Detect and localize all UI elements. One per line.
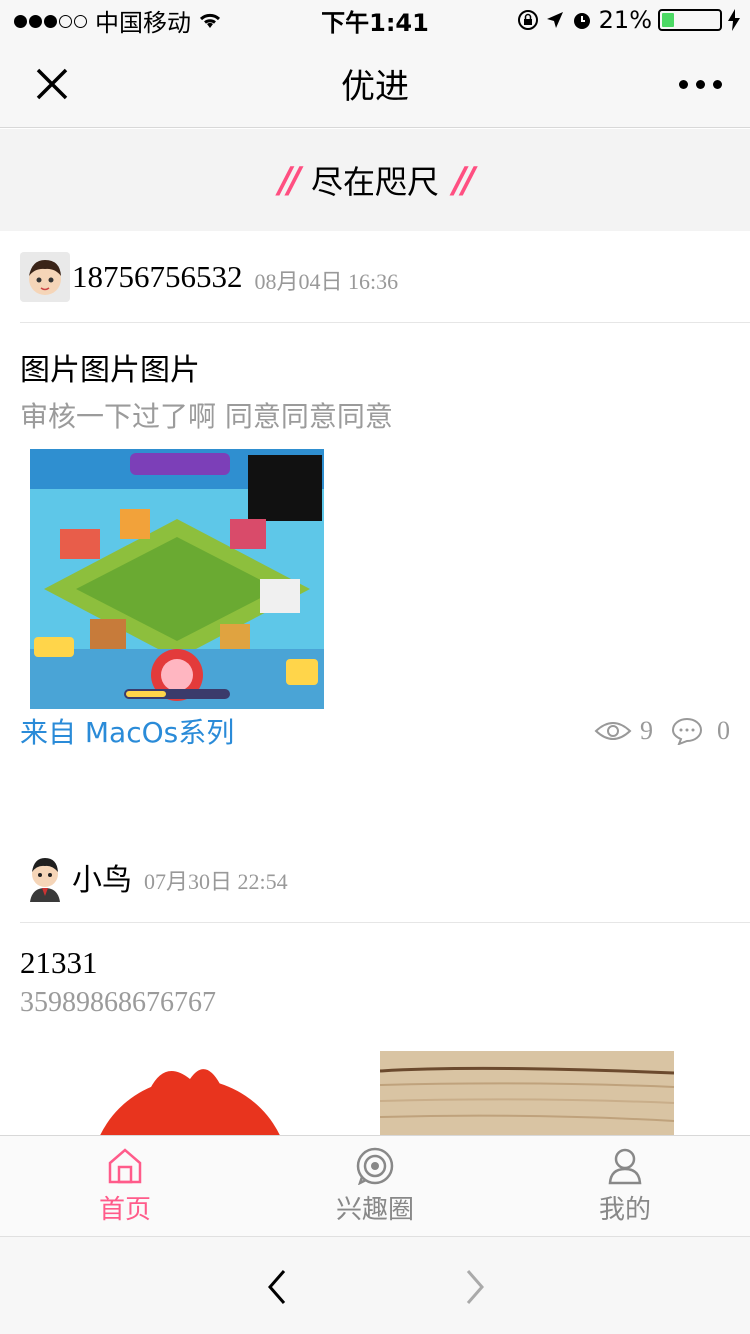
browser-bottom-bar [0, 1236, 750, 1334]
home-icon [108, 1147, 142, 1183]
banner-left-decoration: // [278, 159, 301, 201]
close-icon[interactable] [30, 62, 74, 106]
tab-home[interactable]: 首页 [0, 1136, 250, 1236]
page-title: 优进 [341, 67, 409, 107]
rotation-lock-icon [517, 10, 538, 30]
carrier-label: 中国移动 [95, 8, 191, 37]
battery-icon [658, 9, 722, 31]
post-time: 07月30日 22:54 [144, 868, 288, 894]
banner-text: 尽在咫尺 [310, 163, 439, 201]
charging-icon [728, 9, 740, 31]
post-meta: 来自 MacOs系列 9 0 [20, 711, 730, 751]
post-image[interactable] [30, 449, 324, 709]
post-stats: 9 0 [594, 716, 730, 746]
post-username[interactable]: 18756756532 [72, 259, 243, 295]
post-username[interactable]: 小鸟 [72, 855, 132, 899]
more-icon[interactable] [679, 80, 722, 89]
post-image[interactable] [380, 1051, 674, 1136]
location-icon [546, 12, 563, 28]
banner-right-decoration: // [453, 159, 475, 201]
banner: // 尽在咫尺 // [0, 129, 750, 231]
tab-interest-circle[interactable]: 兴趣圈 [250, 1136, 500, 1236]
eye-icon [594, 722, 632, 740]
avatar[interactable] [20, 851, 70, 902]
tab-home-label: 首页 [98, 1194, 151, 1225]
tab-interest-circle-label: 兴趣圈 [335, 1194, 414, 1225]
wifi-icon [199, 13, 221, 28]
back-arrow-icon[interactable] [262, 1267, 292, 1307]
alarm-icon [573, 13, 590, 29]
comment-icon[interactable] [671, 717, 703, 745]
post-time: 08月04日 16:36 [254, 268, 399, 294]
post-header: 18756756532 08月04日 16:36 [20, 231, 750, 323]
post-image[interactable] [30, 1049, 324, 1136]
signal-strength-icon [14, 6, 89, 34]
forward-arrow-icon[interactable] [460, 1267, 490, 1307]
interest-circle-icon [356, 1147, 394, 1185]
view-count: 9 [640, 716, 653, 745]
post-card[interactable]: 小鸟 07月30日 22:54 21331 35989868676767 [0, 831, 750, 1136]
avatar[interactable] [20, 251, 70, 302]
post-feed[interactable]: 18756756532 08月04日 16:36 图片图片图片 审核一下过了啊 … [0, 231, 750, 1136]
tab-mine-label: 我的 [598, 1194, 651, 1225]
comment-count: 0 [717, 716, 730, 745]
post-header: 小鸟 07月30日 22:54 [20, 831, 750, 923]
post-source-link[interactable]: 来自 MacOs系列 [20, 711, 234, 751]
user-icon [608, 1148, 642, 1184]
status-bar: 中国移动 下午1:41 21% [0, 0, 750, 40]
post-card[interactable]: 18756756532 08月04日 16:36 图片图片图片 审核一下过了啊 … [0, 231, 750, 831]
post-description: 审核一下过了啊 同意同意同意 [20, 400, 393, 433]
tab-mine[interactable]: 我的 [500, 1136, 750, 1236]
post-title[interactable]: 21331 [20, 945, 750, 981]
battery-percent: 21% [598, 6, 652, 34]
tab-bar: 首页 兴趣圈 我的 [0, 1135, 750, 1236]
navbar: 优进 [0, 40, 750, 128]
post-title[interactable]: 图片图片图片 [20, 345, 750, 389]
post-description: 35989868676767 [20, 987, 216, 1018]
